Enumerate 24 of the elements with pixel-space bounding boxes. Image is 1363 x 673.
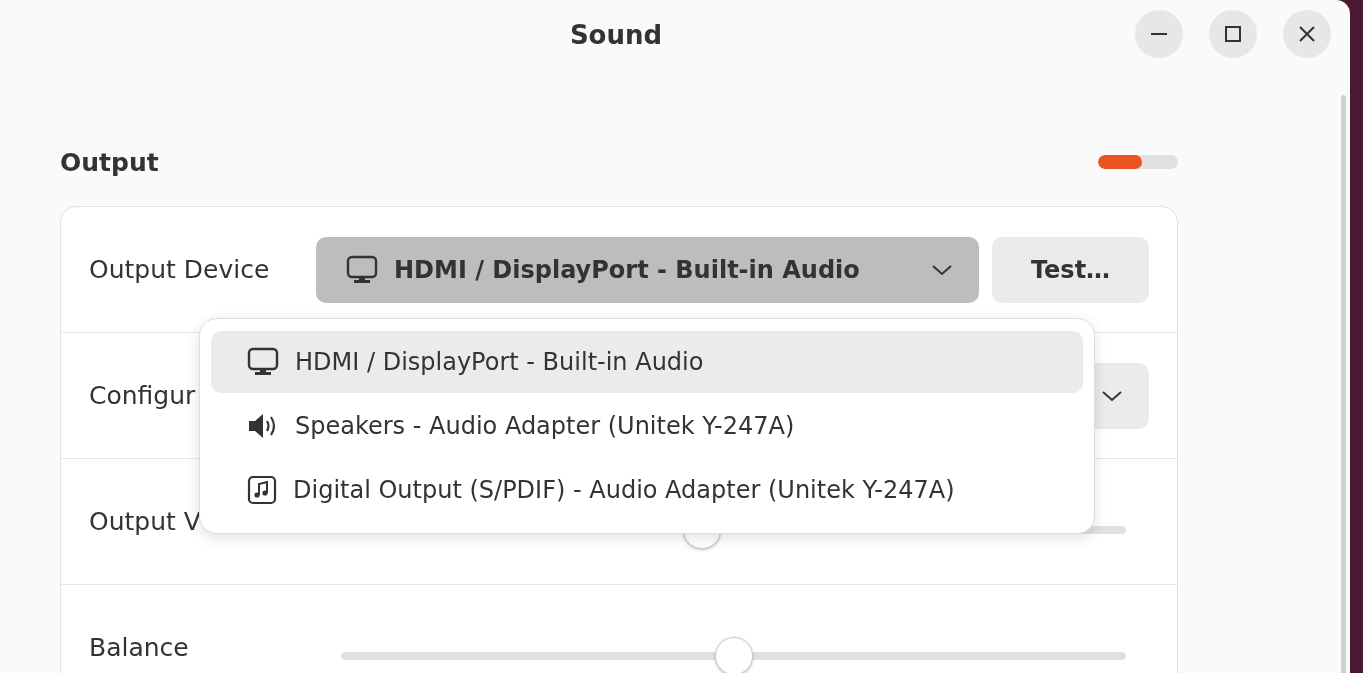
minimize-button[interactable]: [1135, 10, 1183, 58]
close-icon: [1299, 26, 1315, 42]
chevron-down-icon: [931, 263, 953, 276]
maximize-icon: [1225, 26, 1241, 42]
chevron-down-icon: [1101, 389, 1123, 402]
monitor-icon: [346, 254, 378, 285]
menu-item[interactable]: HDMI / DisplayPort - Built-in Audio: [211, 331, 1083, 393]
device-dropdown[interactable]: HDMI / DisplayPort - Built-in Audio: [316, 236, 979, 303]
close-button[interactable]: [1283, 10, 1331, 58]
maximize-button[interactable]: [1209, 10, 1257, 58]
monitor-icon: [247, 347, 279, 377]
setting-label: Output V: [89, 507, 202, 536]
setting-label: Configur: [89, 381, 197, 410]
window-title: Sound: [569, 20, 663, 50]
menu-item[interactable]: Digital Output (S/PDIF) - Audio Adapter (Unitek Y-247A): [211, 459, 1083, 521]
setting-label: Balance: [89, 633, 190, 662]
section-heading: Output: [60, 147, 159, 177]
slider-thumb[interactable]: [714, 636, 753, 673]
setting-label: Output Device: [89, 255, 271, 284]
music-file-icon: [247, 475, 277, 505]
scrollbar[interactable]: [1341, 95, 1346, 673]
minimize-icon: [1151, 33, 1167, 35]
test-button[interactable]: Test…: [992, 236, 1149, 303]
menu-item[interactable]: Speakers - Audio Adapter (Unitek Y-247A): [211, 395, 1083, 457]
